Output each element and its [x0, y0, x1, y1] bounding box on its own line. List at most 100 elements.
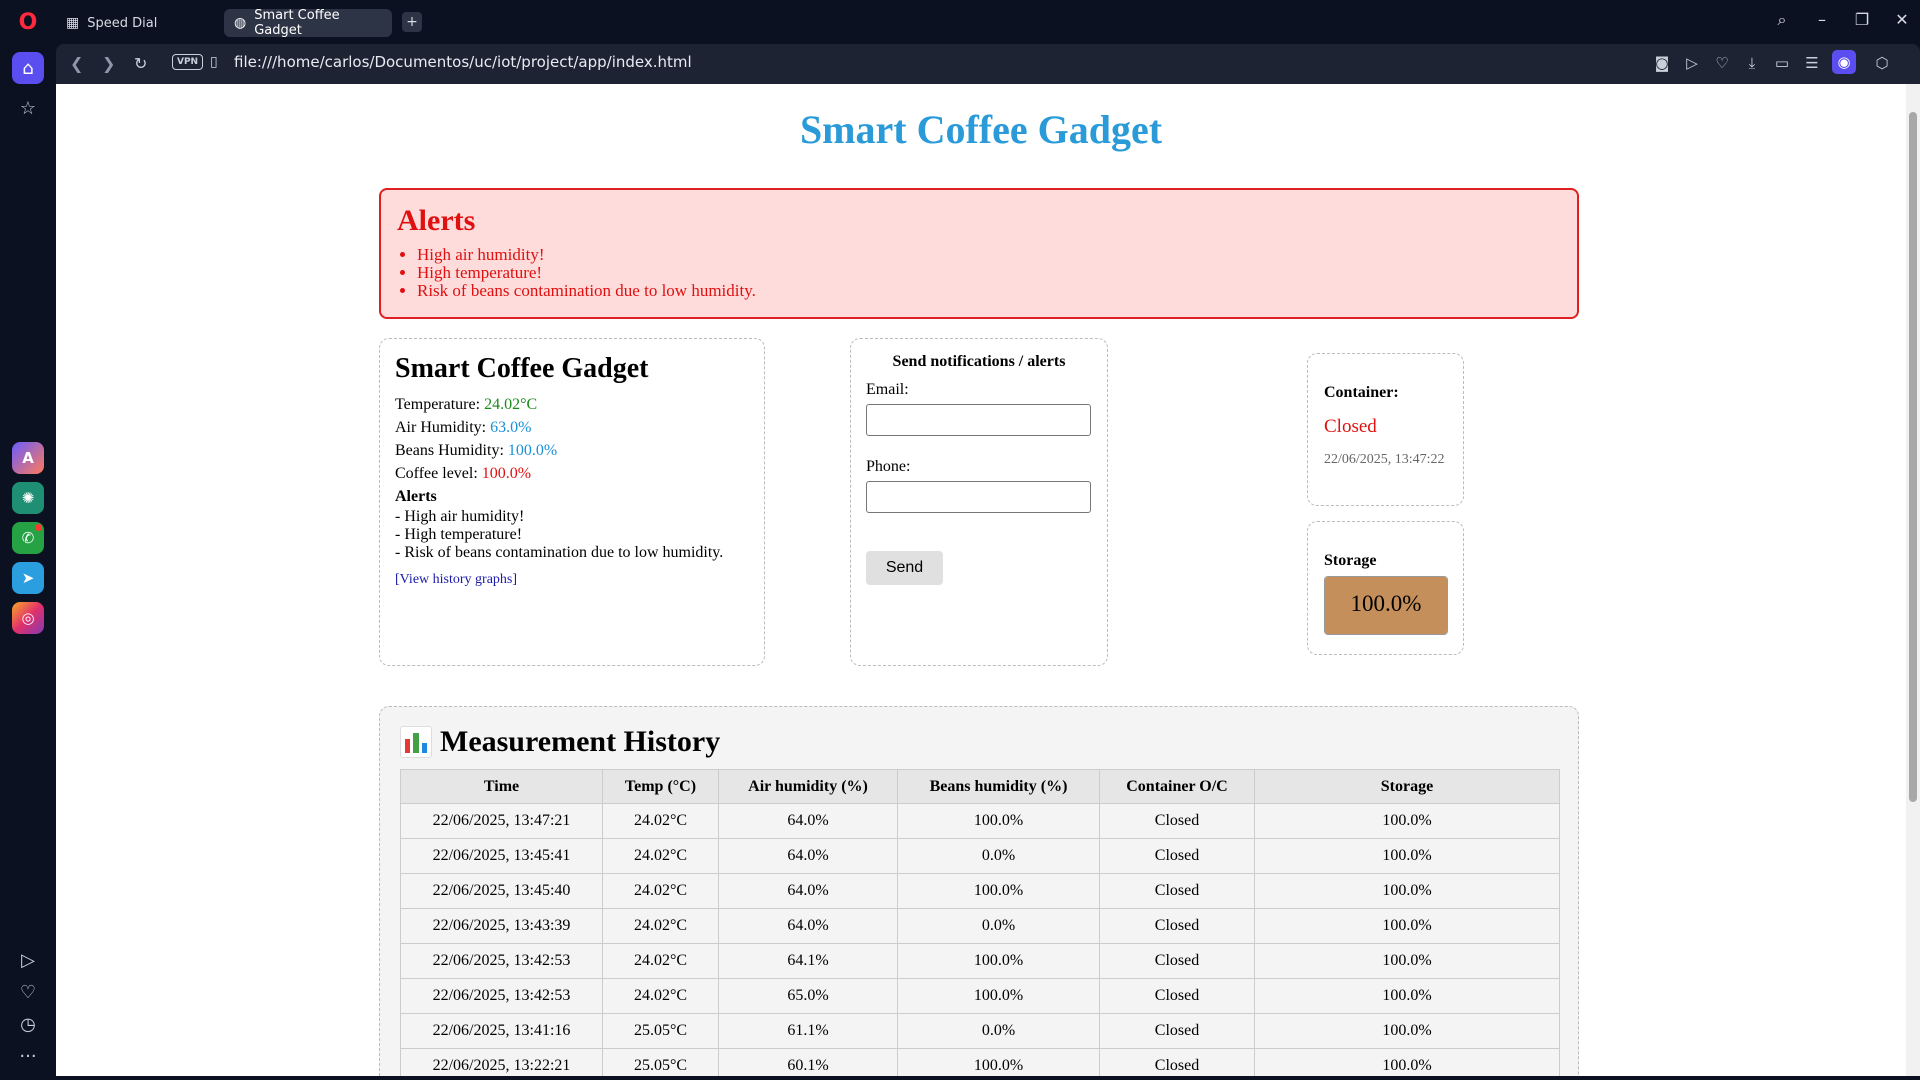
container-panel: Container: Closed 22/06/2025, 13:47:22: [1307, 353, 1464, 506]
page-scrollbar[interactable]: [1906, 84, 1920, 1076]
notifications-panel: Send notifications / alerts Email: Phone…: [850, 338, 1108, 666]
column-header: Beans humidity (%): [897, 769, 1100, 804]
table-cell: 100.0%: [1254, 943, 1560, 979]
vpn-badge[interactable]: VPN: [172, 54, 204, 70]
storage-label: Storage: [1324, 552, 1377, 569]
chatgpt-icon[interactable]: ✺: [12, 482, 44, 514]
profile-icon[interactable]: ◉: [1832, 50, 1856, 74]
forward-icon[interactable]: ❯: [102, 54, 115, 73]
table-cell: 22/06/2025, 13:45:41: [400, 838, 603, 874]
view-history-link[interactable]: [View history graphs]: [395, 572, 517, 588]
table-row: 22/06/2025, 13:43:39 24.02°C 64.0% 0.0% Clos…: [400, 908, 1560, 944]
table-cell: 24.02°C: [602, 978, 719, 1014]
alert-item: High temperature!: [417, 264, 1561, 282]
tab-speed-dial[interactable]: ▦ Speed Dial: [56, 9, 216, 37]
cube-icon[interactable]: ⬡: [1872, 54, 1892, 72]
alert-item: High air humidity!: [417, 246, 1561, 264]
table-cell: 100.0%: [1254, 1013, 1560, 1049]
history-table: Time Temp (°C) Air humidity (%) Beans hu…: [400, 769, 1560, 1076]
send-icon[interactable]: ▷: [1682, 54, 1702, 72]
table-cell: 25.05°C: [602, 1013, 719, 1049]
heart-icon[interactable]: ♡: [1712, 54, 1732, 72]
camera-icon[interactable]: ◙: [1652, 54, 1672, 72]
restore-button[interactable]: ❐: [1850, 10, 1874, 29]
table-cell: Closed: [1099, 978, 1255, 1014]
notification-dot: [35, 524, 42, 531]
container-state: Closed: [1324, 416, 1377, 437]
table-cell: 60.1%: [718, 1048, 898, 1076]
table-row: 22/06/2025, 13:47:21 24.02°C 64.0% 100.0% Cl…: [400, 803, 1560, 839]
status-alert-item: - High temperature!: [395, 526, 523, 543]
alerts-banner: Alerts High air humidity! High temperatu…: [379, 188, 1579, 319]
status-panel: Smart Coffee Gadget Temperature: 24.02°C…: [379, 338, 765, 666]
page-viewport: Smart Coffee Gadget Alerts High air humi…: [56, 84, 1906, 1076]
reload-icon[interactable]: ↻: [134, 54, 147, 73]
status-alert-item: - High air humidity!: [395, 508, 525, 525]
table-cell: 22/06/2025, 13:41:16: [400, 1013, 603, 1049]
tab-bar: ▦ Speed Dial ◍ Smart Coffee Gadget + ⌕ –…: [56, 0, 1920, 44]
table-cell: 25.05°C: [602, 1048, 719, 1076]
battery-icon[interactable]: ▭: [1772, 54, 1792, 72]
address-bar[interactable]: file:///home/carlos/Documentos/uc/iot/pr…: [234, 53, 692, 71]
more-icon[interactable]: ···: [12, 1040, 44, 1072]
temperature-row: Temperature: 24.02°C: [395, 393, 749, 416]
table-cell: 64.0%: [718, 908, 898, 944]
alert-item: Risk of beans contamination due to low h…: [417, 282, 1561, 300]
tab-label: Smart Coffee Gadget: [254, 8, 340, 38]
home-icon[interactable]: ⌂: [12, 52, 44, 84]
email-field[interactable]: [866, 404, 1091, 436]
page-title: Smart Coffee Gadget: [799, 107, 1163, 152]
alerts-heading: Alerts: [397, 204, 476, 237]
table-cell: 24.02°C: [602, 873, 719, 909]
player-icon[interactable]: ▷: [12, 944, 44, 976]
bar-chart-icon: [400, 726, 432, 758]
aria-icon[interactable]: A: [12, 442, 44, 474]
table-cell: 24.02°C: [602, 908, 719, 944]
history-heading: Measurement History: [440, 725, 721, 758]
telegram-icon[interactable]: ➤: [12, 562, 44, 594]
menu-icon[interactable]: ☰: [1802, 54, 1822, 72]
history-icon[interactable]: ◷: [12, 1008, 44, 1040]
globe-icon: ◍: [234, 15, 247, 31]
send-button[interactable]: Send: [866, 551, 943, 585]
back-icon[interactable]: ❮: [70, 54, 83, 73]
beans-humidity-row: Beans Humidity: 100.0%: [395, 439, 749, 462]
new-tab-button[interactable]: +: [402, 12, 422, 32]
table-cell: 0.0%: [897, 908, 1100, 944]
close-window-button[interactable]: ✕: [1890, 10, 1914, 29]
table-header-row: Time Temp (°C) Air humidity (%) Beans hu…: [400, 769, 1560, 804]
pin-icon[interactable]: ☆: [12, 92, 44, 124]
whatsapp-icon[interactable]: ✆: [12, 522, 44, 554]
download-icon[interactable]: ⤓: [1742, 54, 1762, 72]
notifications-heading: Send notifications / alerts: [892, 353, 1066, 370]
table-cell: 0.0%: [897, 838, 1100, 874]
grid-icon: ▦: [66, 15, 80, 31]
table-cell: 100.0%: [897, 943, 1100, 979]
history-panel: Measurement History Time Temp (°C) Air h…: [379, 706, 1579, 1076]
storage-level-bar: 100.0%: [1324, 576, 1448, 635]
column-header: Container O/C: [1099, 769, 1255, 804]
beans-humidity-label: Beans Humidity:: [395, 442, 504, 459]
coffee-level-row: Coffee level: 100.0%: [395, 462, 749, 485]
table-row: 22/06/2025, 13:22:21 25.05°C 60.1% 100.0% Cl…: [400, 1048, 1560, 1076]
table-cell: 64.0%: [718, 803, 898, 839]
table-cell: 22/06/2025, 13:22:21: [400, 1048, 603, 1076]
table-cell: Closed: [1099, 873, 1255, 909]
coffee-level-label: Coffee level:: [395, 465, 478, 482]
heart-icon[interactable]: ♡: [12, 976, 44, 1008]
storage-panel: Storage 100.0%: [1307, 521, 1464, 655]
opera-logo-icon[interactable]: O: [12, 6, 44, 38]
table-cell: Closed: [1099, 1013, 1255, 1049]
history-table-body: 22/06/2025, 13:47:21 24.02°C 64.0% 100.0% Cl…: [400, 803, 1560, 1076]
table-cell: 100.0%: [897, 1048, 1100, 1076]
instagram-icon[interactable]: ◎: [12, 602, 44, 634]
table-cell: 22/06/2025, 13:47:21: [400, 803, 603, 839]
minimize-button[interactable]: –: [1810, 10, 1834, 29]
table-cell: 100.0%: [1254, 803, 1560, 839]
search-icon[interactable]: ⌕: [1770, 10, 1794, 30]
storage-level-text: 100.0%: [1350, 591, 1422, 616]
phone-field[interactable]: [866, 481, 1091, 513]
email-label: Email:: [866, 381, 909, 398]
tab-smart-coffee-gadget[interactable]: ◍ Smart Coffee Gadget: [224, 8, 392, 38]
scrollbar-thumb[interactable]: [1909, 112, 1917, 802]
